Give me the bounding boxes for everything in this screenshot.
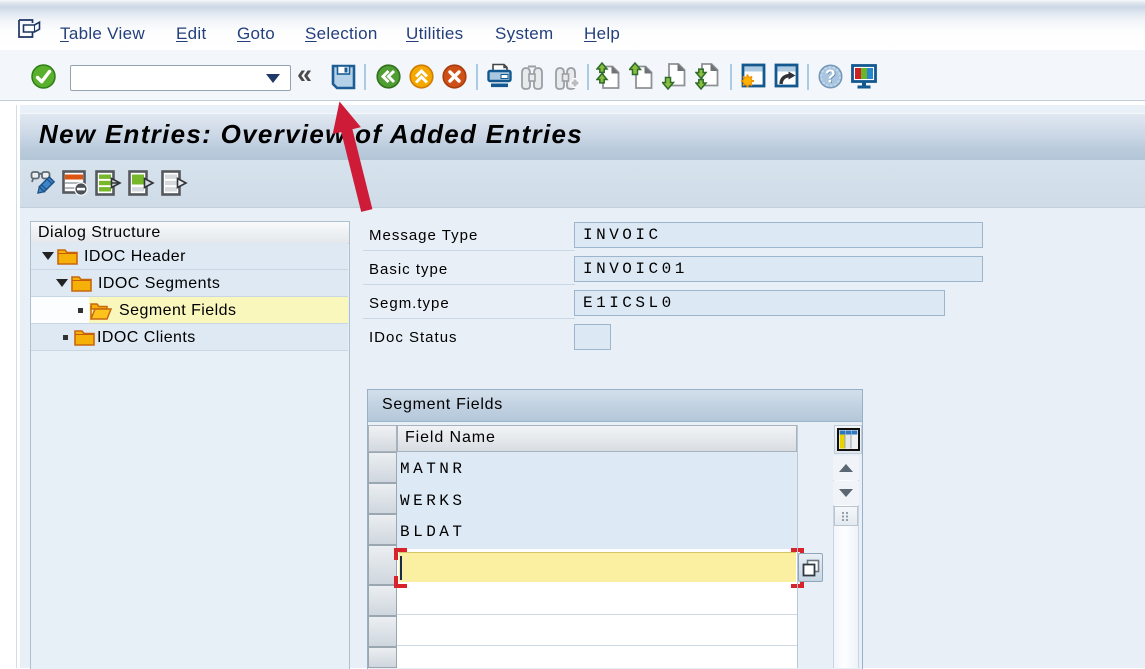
svg-text:?: ? [825, 66, 836, 86]
